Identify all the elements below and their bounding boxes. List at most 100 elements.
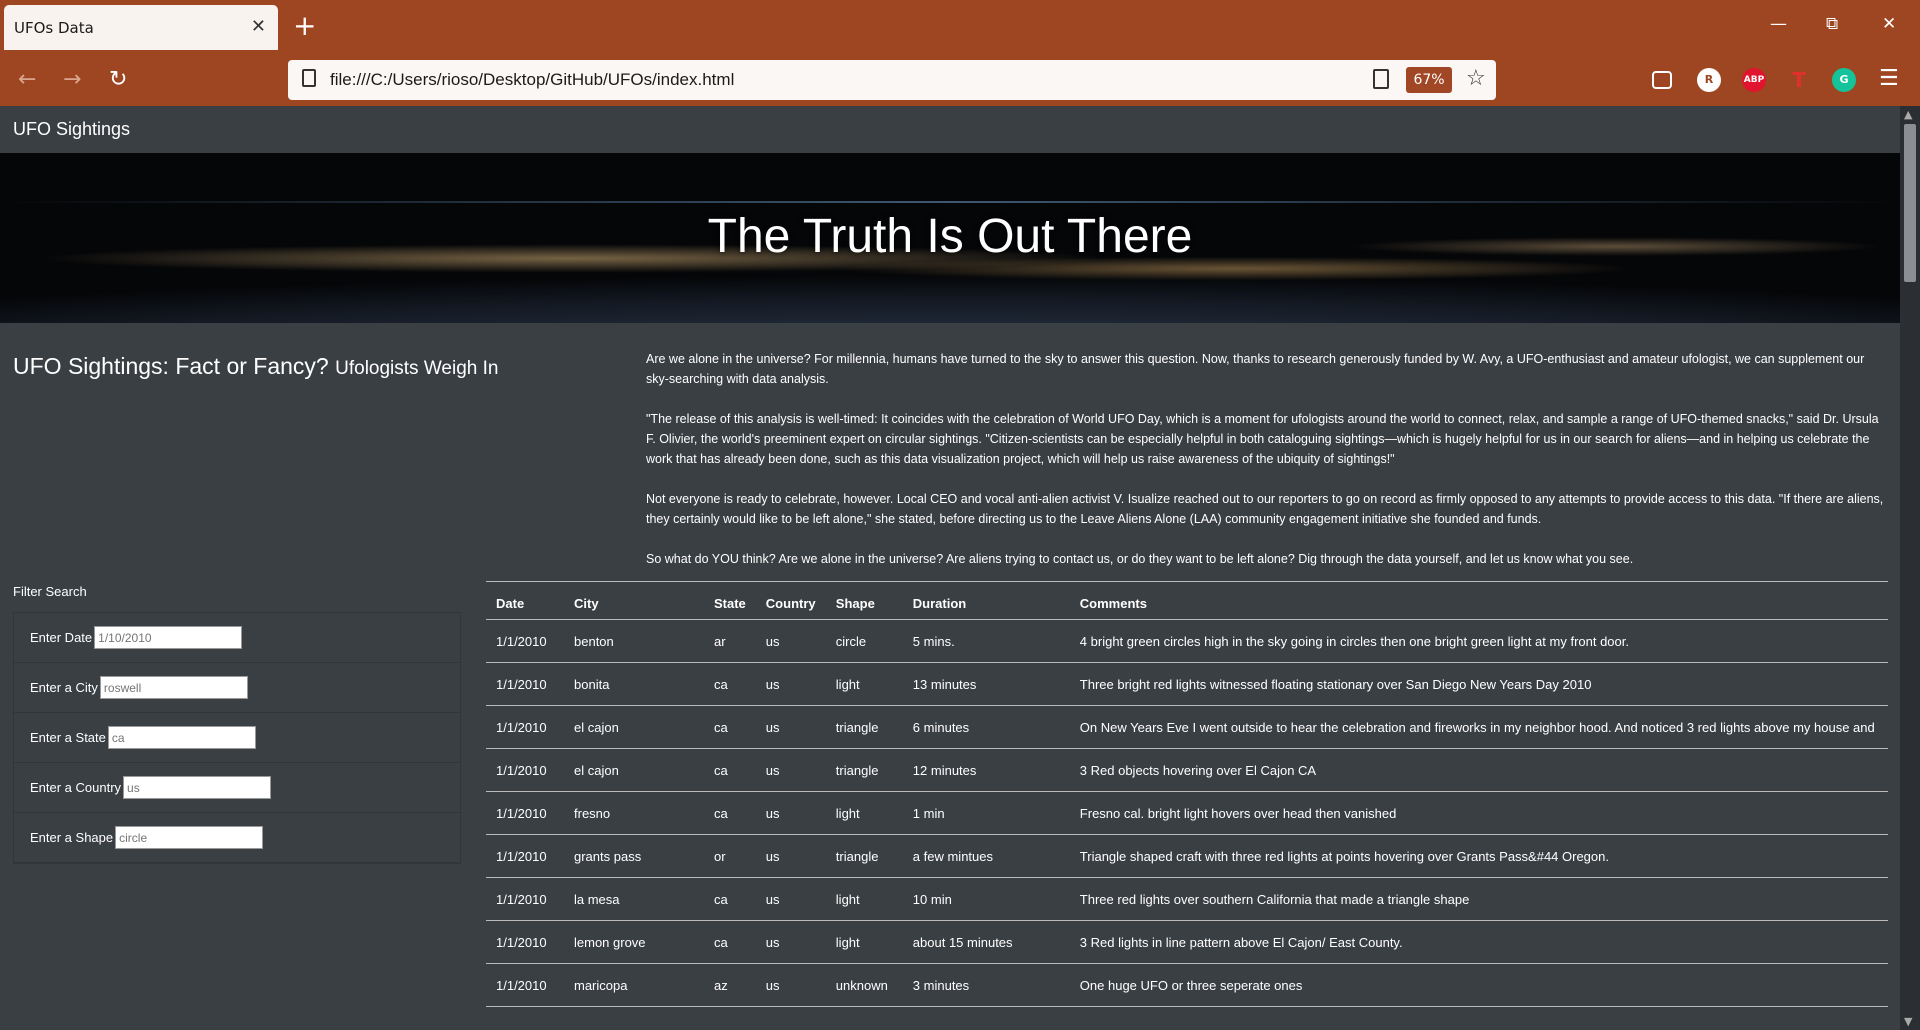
cell-duration: 3 minutes	[902, 963, 1070, 1007]
zoom-level-badge[interactable]: 67%	[1406, 67, 1452, 93]
cell-comments: 3 Red lights in line pattern above El Ca…	[1069, 920, 1888, 964]
cell-date: 1/1/2010	[486, 662, 564, 706]
table-row: 1/1/2010 bonita ca us light 13 minutes Three b…	[486, 662, 1888, 706]
cell-date: 1/1/2010	[486, 877, 564, 921]
state-input[interactable]	[107, 726, 256, 749]
col-header-comments: Comments	[1069, 581, 1888, 620]
cell-shape: triangle	[825, 705, 903, 749]
page-icon	[302, 69, 316, 87]
shape-label: Enter a Shape	[30, 830, 114, 845]
cell-comments: Fresno cal. bright light hovers over hea…	[1069, 791, 1888, 835]
new-tab-button[interactable]: +	[293, 12, 316, 40]
cell-city: el cajon	[564, 705, 704, 749]
table-row: 1/1/2010 benton ar us circle 5 mins. 4 bright …	[486, 619, 1888, 663]
cell-comments: 4 bright green circles high in the sky g…	[1069, 619, 1888, 663]
extension-r-icon[interactable]: R	[1697, 68, 1721, 92]
ufo-table-container: Date City State Country Shape Duration C…	[486, 581, 1888, 1007]
col-header-state: State	[704, 581, 756, 620]
cell-city: fresno	[564, 791, 704, 835]
navbar-brand[interactable]: UFO Sightings	[13, 119, 130, 140]
cell-country: us	[755, 619, 826, 663]
country-label: Enter a Country	[30, 780, 122, 795]
cell-comments: Three bright red lights witnessed floati…	[1069, 662, 1888, 706]
article-paragraph: Are we alone in the universe? For millen…	[646, 352, 1865, 386]
filter-date-row: Enter Date	[14, 613, 460, 663]
cell-shape: light	[825, 877, 903, 921]
cell-shape: circle	[825, 619, 903, 663]
ufo-table: Date City State Country Shape Duration C…	[486, 581, 1888, 1007]
adblock-icon[interactable]: ABP	[1742, 68, 1766, 92]
filter-country-row: Enter a Country	[14, 763, 460, 813]
col-header-duration: Duration	[902, 581, 1070, 620]
back-icon[interactable]: ←	[18, 67, 36, 92]
cell-comments: Three red lights over southern Californi…	[1069, 877, 1888, 921]
menu-icon[interactable]: ☰	[1879, 66, 1899, 91]
cell-country: us	[755, 834, 826, 878]
cell-city: maricopa	[564, 963, 704, 1007]
heading-subtitle: Ufologists Weigh In	[335, 358, 499, 379]
bookmark-star-icon[interactable]: ☆	[1466, 66, 1486, 91]
window-close-icon[interactable]: ✕	[1882, 14, 1896, 34]
shape-input[interactable]	[115, 826, 264, 849]
date-label: Enter Date	[30, 630, 93, 645]
scroll-down-icon[interactable]: ▼	[1904, 1015, 1912, 1028]
heading-main: UFO Sightings: Fact or Fancy?	[13, 353, 329, 379]
article: Are we alone in the universe? For millen…	[646, 349, 1886, 589]
cell-date: 1/1/2010	[486, 963, 564, 1007]
state-label: Enter a State	[30, 730, 106, 745]
browser-tab[interactable]: UFOs Data ✕	[4, 5, 278, 50]
cell-duration: 6 minutes	[902, 705, 1070, 749]
cell-duration: about 15 minutes	[902, 920, 1070, 964]
cell-duration: 10 min	[902, 877, 1070, 921]
cell-city: grants pass	[564, 834, 704, 878]
city-input[interactable]	[99, 676, 248, 699]
table-row: 1/1/2010 el cajon ca us triangle 6 minutes On …	[486, 705, 1888, 749]
reload-icon[interactable]: ↻	[109, 67, 127, 92]
url-text[interactable]: file:///C:/Users/rioso/Desktop/GitHub/UF…	[330, 70, 734, 90]
hero-title: The Truth Is Out There	[707, 210, 1193, 263]
cell-city: el cajon	[564, 748, 704, 792]
country-input[interactable]	[123, 776, 272, 799]
filter-shape-row: Enter a Shape	[14, 813, 460, 863]
minimize-icon[interactable]: —	[1770, 14, 1787, 34]
grammarly-icon[interactable]: G	[1832, 68, 1856, 92]
page-scrollbar[interactable]: ▲ ▼	[1900, 106, 1920, 1030]
reader-view-icon[interactable]	[1373, 69, 1389, 89]
cell-country: us	[755, 791, 826, 835]
cell-date: 1/1/2010	[486, 920, 564, 964]
filter-state-row: Enter a State	[14, 713, 460, 763]
scroll-up-icon[interactable]: ▲	[1904, 108, 1912, 121]
cell-city: bonita	[564, 662, 704, 706]
cell-duration: 12 minutes	[902, 748, 1070, 792]
cell-date: 1/1/2010	[486, 834, 564, 878]
cell-state: az	[704, 963, 756, 1007]
cell-country: us	[755, 963, 826, 1007]
cell-shape: unknown	[825, 963, 903, 1007]
scrollbar-thumb[interactable]	[1904, 124, 1916, 282]
forward-icon[interactable]: →	[63, 67, 81, 92]
date-input[interactable]	[94, 626, 243, 649]
cell-country: us	[755, 662, 826, 706]
table-row: 1/1/2010 maricopa az us unknown 3 minutes One …	[486, 963, 1888, 1007]
cell-comments: 3 Red objects hovering over El Cajon CA	[1069, 748, 1888, 792]
tab-title: UFOs Data	[14, 18, 94, 37]
url-bar[interactable]: file:///C:/Users/rioso/Desktop/GitHub/UF…	[288, 60, 1496, 100]
pocket-icon[interactable]	[1652, 71, 1672, 89]
col-header-city: City	[564, 581, 704, 620]
cell-date: 1/1/2010	[486, 748, 564, 792]
table-row: 1/1/2010 el cajon ca us triangle 12 minutes 3 …	[486, 748, 1888, 792]
cell-country: us	[755, 748, 826, 792]
article-paragraph: "The release of this analysis is well-ti…	[646, 412, 1879, 466]
col-header-country: Country	[755, 581, 826, 620]
cell-state: ca	[704, 791, 756, 835]
cell-state: ca	[704, 705, 756, 749]
filter-city-row: Enter a City	[14, 663, 460, 713]
page-content: UFO Sightings The Truth Is Out There UFO…	[0, 106, 1900, 1030]
tab-close-icon[interactable]: ✕	[251, 16, 266, 37]
cell-city: benton	[564, 619, 704, 663]
browser-tab-bar: UFOs Data ✕ + — ⧉ ✕	[0, 0, 1920, 54]
restore-icon[interactable]: ⧉	[1826, 14, 1838, 34]
col-header-shape: Shape	[825, 581, 903, 620]
extension-t-icon[interactable]: T	[1787, 68, 1811, 92]
table-row: 1/1/2010 lemon grove ca us light about 15 min…	[486, 920, 1888, 964]
